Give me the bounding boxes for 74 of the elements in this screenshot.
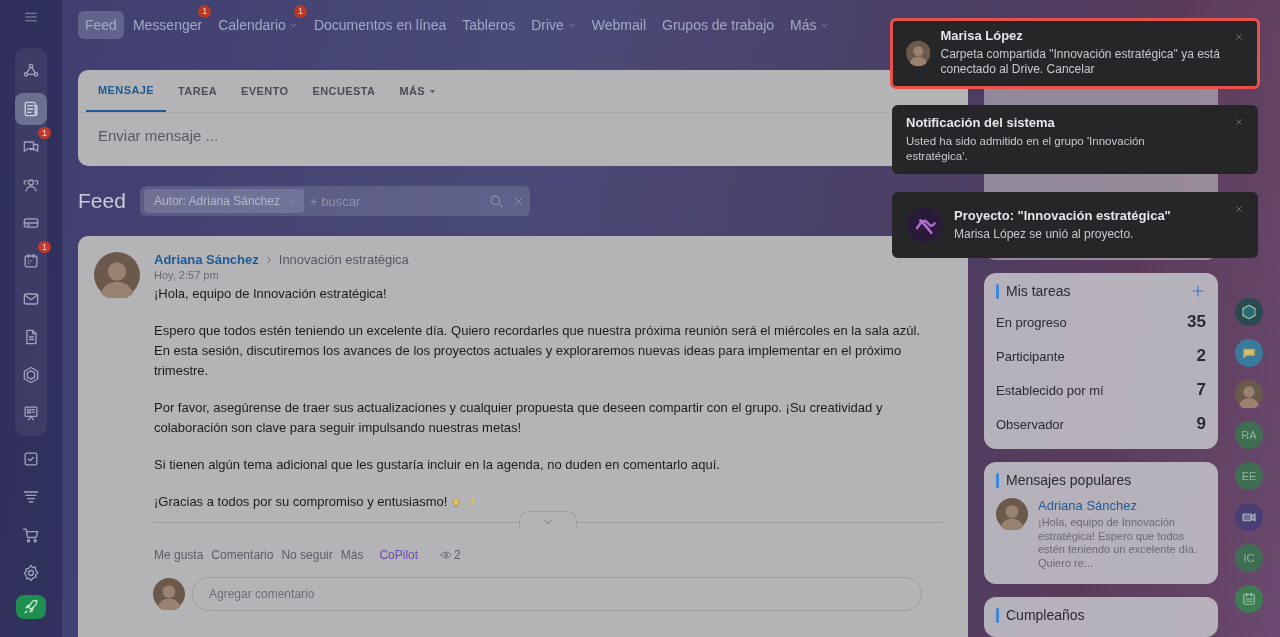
widget-title: Mensajes populares (1006, 472, 1132, 489)
task-count: 9 (1196, 414, 1206, 435)
avatar (94, 252, 140, 298)
chat-icon[interactable] (1235, 339, 1263, 367)
nav-tab[interactable]: Documentos en línea (306, 11, 454, 39)
avatar (996, 498, 1028, 531)
filter-tag[interactable]: Autor: Adriana Sánchez (143, 189, 304, 213)
task-row[interactable]: Establecido por mí 7 (984, 373, 1218, 408)
task-label: Participante (996, 348, 1065, 364)
calendar-icon[interactable] (1235, 585, 1263, 613)
notification-badge: 1 (38, 127, 51, 139)
notification-text: Carpeta compartida "Innovación estratégica" ya está conectado al Drive. Cancelar (940, 47, 1221, 77)
initials-avatar[interactable]: IC (1235, 544, 1263, 572)
close-icon[interactable] (1234, 32, 1244, 42)
group-link[interactable]: Innovación estratégica (278, 252, 409, 267)
nav-tab[interactable]: Webmail (584, 11, 653, 39)
eye-icon (440, 549, 453, 561)
initials-avatar[interactable]: EE (1235, 462, 1263, 490)
video-camera-icon[interactable] (1235, 503, 1263, 531)
notification-title: Notificación del sistema (906, 115, 1056, 130)
task-row[interactable]: En progreso 35 (984, 305, 1218, 340)
notification-text: Marisa López se unió al proyecto. (954, 227, 1135, 242)
post-paragraph: ¡Gracias a todos por su compromiso y entusiasmo! (154, 493, 448, 511)
close-icon[interactable] (1234, 117, 1244, 127)
sidebar-item[interactable] (16, 595, 46, 619)
post-paragraph: ¡Hola, equipo de Innovación estratégica! (154, 285, 388, 303)
task-label: Observador (996, 416, 1064, 432)
post-time: Hoy, 2:57 pm (154, 269, 220, 281)
author-link[interactable]: Adriana Sánchez (154, 252, 259, 267)
action-link[interactable]: No seguir (281, 548, 333, 562)
composer-tab[interactable]: MENSAJE (86, 70, 166, 112)
feed-title: Feed (78, 189, 126, 213)
nav-tab[interactable]: Tableros (455, 11, 523, 39)
avatar (1235, 380, 1263, 408)
nav-tab[interactable]: Feed (78, 11, 124, 39)
composer-tab[interactable]: ENCUESTA (300, 70, 388, 112)
notification-text: Usted ha sido admitido en el grupo 'Innovación estratégica'. (906, 134, 1146, 164)
nav-tab[interactable]: Drive (524, 11, 583, 39)
widget-title: Mis tareas (1006, 283, 1071, 300)
task-label: En progreso (996, 314, 1067, 330)
notification-badge: 1 (38, 241, 51, 253)
task-row[interactable]: Participante 2 (984, 339, 1218, 374)
task-count: 35 (1187, 312, 1206, 333)
task-count: 2 (1196, 346, 1206, 367)
view-count: 2 (454, 548, 461, 562)
notification-badge: 1 (293, 5, 307, 18)
copilot-link[interactable]: CoPilot (379, 548, 419, 562)
task-count: 7 (1196, 380, 1206, 401)
action-link[interactable]: Más (340, 548, 364, 562)
nav-tab[interactable]: Grupos de trabajo (655, 11, 782, 39)
sidebar-item[interactable] (15, 93, 47, 125)
task-label: Establecido por mí (996, 382, 1104, 398)
initials-avatar[interactable]: RA (1235, 421, 1263, 449)
notification-title: Marisa López (940, 28, 1024, 43)
settings-icon (21, 563, 41, 583)
hexagon-icon (21, 365, 41, 385)
composer-tab[interactable]: TAREA (166, 70, 230, 112)
close-icon[interactable] (1234, 204, 1244, 214)
post-paragraph: Si tienen algún tema adicional que les gustaría incluir en la agenda, no duden en comentarlo aquí. (154, 456, 721, 474)
notification-title: Proyecto: "Innovación estratégica" (954, 208, 1171, 223)
post-paragraph: Por favor, asegúrense de traer sus actualizaciones y cualquier propuesta que deseen compartir con el grupo. ¡Su creatividad y colaboración son clave para seguir impulsando nuestras metas! (154, 399, 884, 437)
widget-title: Cumpleaños (1006, 607, 1085, 624)
notification-badge: 1 (198, 5, 212, 18)
nav-tab[interactable]: Más (783, 11, 836, 39)
action-link[interactable]: Me gusta (154, 548, 204, 562)
composer-tab[interactable]: EVENTO (229, 70, 301, 112)
message-excerpt: ¡Hola, equipo de Innovación estratégica! Espero que todos estén teniendo un excelente día. Quiero re... (1038, 516, 1198, 571)
composer-tab[interactable]: MÁS (387, 70, 450, 112)
post-paragraph: Espero que todos estén teniendo un excelente día. Quiero recordarles que nuestra próxima reunión será el miércoles en la sala azúl. En esta sesión, discutiremos los avances de los proyectos actuales y exploraremos nuevas ideas para implementar en el próximo trimestre. (154, 322, 921, 380)
author-link[interactable]: Adriana Sánchez (1038, 498, 1206, 514)
project-icon (906, 206, 944, 244)
task-row[interactable]: Observador 9 (984, 407, 1218, 442)
action-link[interactable]: Comentario (211, 548, 274, 562)
avatar (153, 578, 185, 610)
